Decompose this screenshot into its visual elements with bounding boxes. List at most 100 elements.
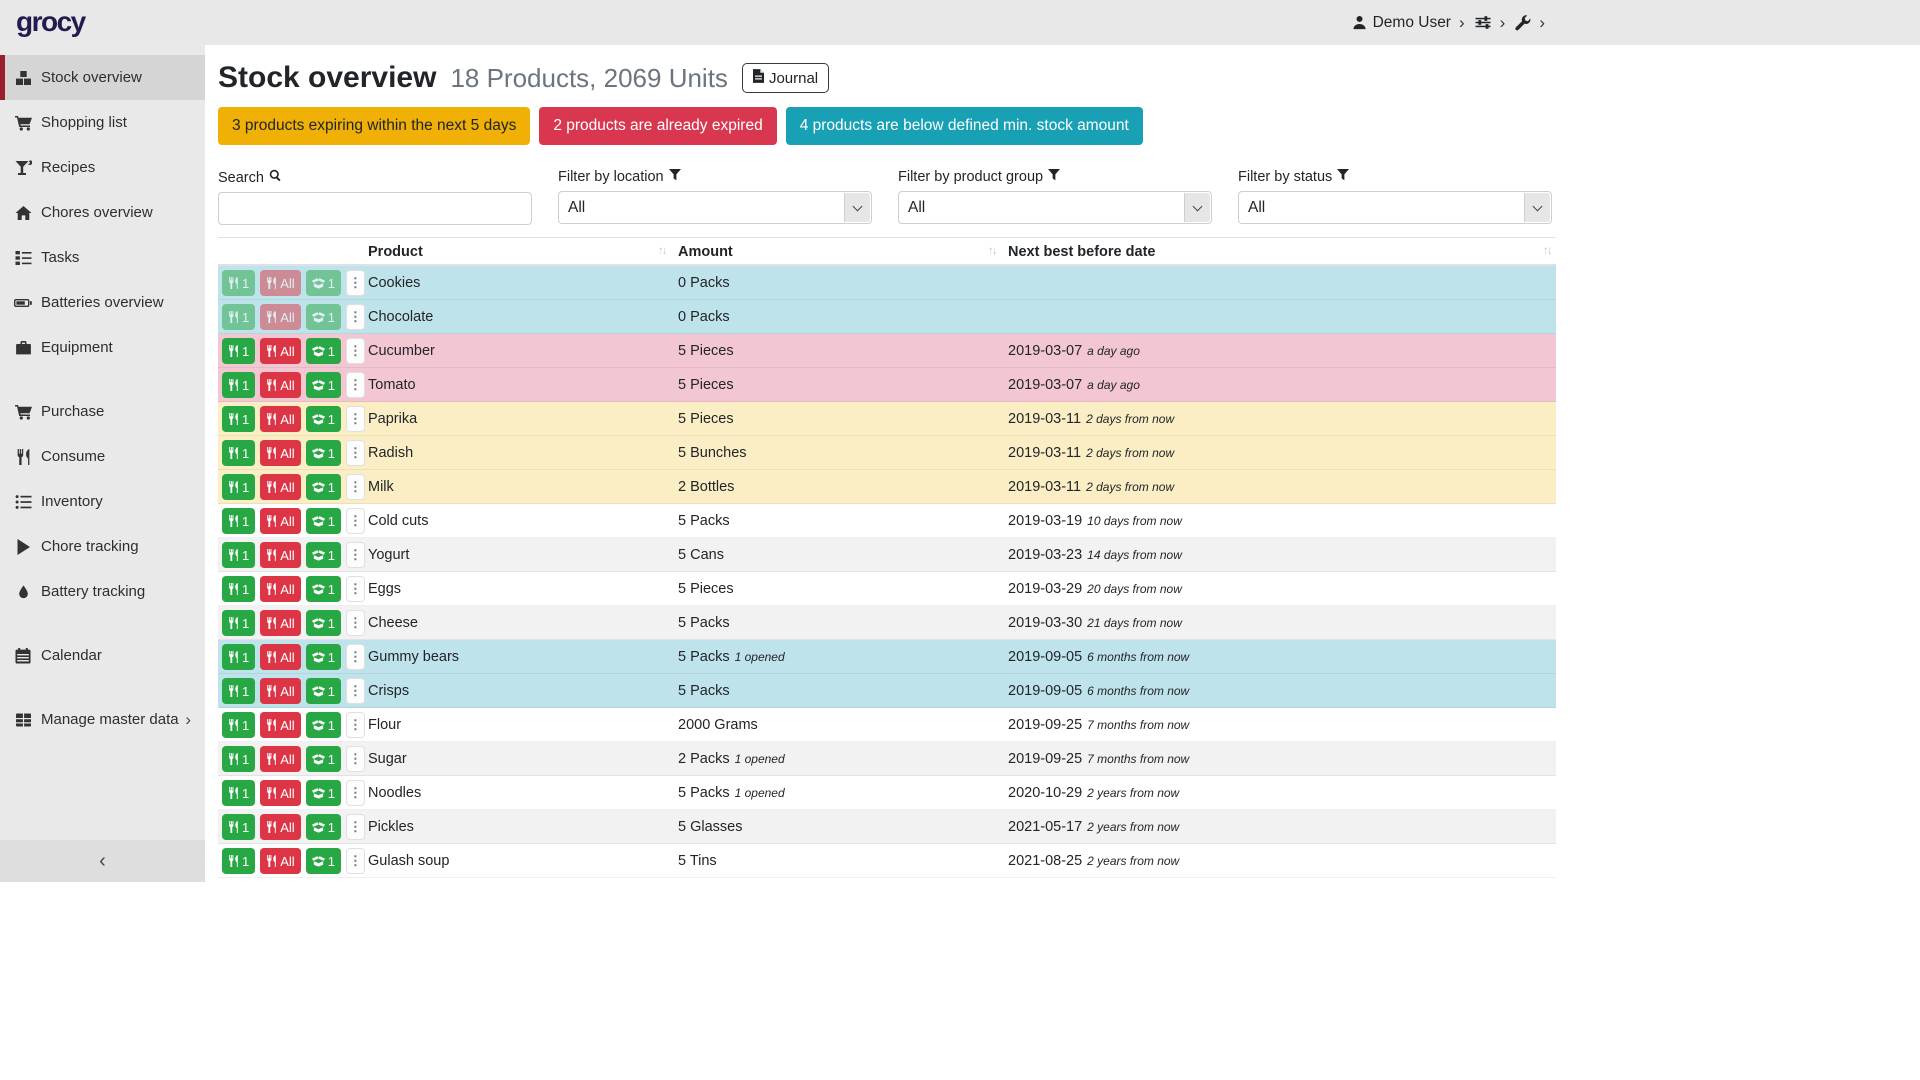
row-more-menu-button[interactable]: ⋮	[346, 440, 365, 466]
product-cell[interactable]: Radish	[368, 436, 413, 470]
sidebar-item-battery-tracking[interactable]: Battery tracking ›	[0, 569, 205, 614]
row-more-menu-button[interactable]: ⋮	[346, 372, 365, 398]
row-more-menu-button[interactable]: ⋮	[346, 508, 365, 534]
open-one-button[interactable]: 1	[306, 644, 341, 670]
product-cell[interactable]: Flour	[368, 708, 401, 742]
column-header-amount[interactable]: Amount	[678, 244, 733, 260]
row-more-menu-button[interactable]: ⋮	[346, 644, 365, 670]
expired-badge[interactable]: 2 products are already expired	[539, 107, 776, 145]
product-cell[interactable]: Gulash soup	[368, 844, 449, 878]
consume-all-button[interactable]: All	[260, 338, 300, 364]
product-cell[interactable]: Cucumber	[368, 334, 435, 368]
sidebar-collapse-button[interactable]: ‹	[0, 840, 205, 882]
consume-all-button[interactable]: All	[260, 440, 300, 466]
consume-one-button[interactable]: 1	[222, 576, 255, 602]
row-more-menu-button[interactable]: ⋮	[346, 576, 365, 602]
product-group-select[interactable]: All	[898, 191, 1212, 224]
consume-all-button[interactable]: All	[260, 508, 300, 534]
open-one-button[interactable]: 1	[306, 712, 341, 738]
row-more-menu-button[interactable]: ⋮	[346, 780, 365, 806]
journal-button[interactable]: Journal	[742, 63, 829, 93]
open-one-button[interactable]: 1	[306, 270, 341, 296]
sidebar-item-stock-overview[interactable]: Stock overview ›	[0, 55, 205, 100]
open-one-button[interactable]: 1	[306, 304, 341, 330]
sidebar-item-consume[interactable]: Consume ›	[0, 434, 205, 479]
sort-icon[interactable]: ↑↓	[988, 245, 996, 257]
consume-all-button[interactable]: All	[260, 304, 300, 330]
open-one-button[interactable]: 1	[306, 610, 341, 636]
open-one-button[interactable]: 1	[306, 576, 341, 602]
consume-one-button[interactable]: 1	[222, 542, 255, 568]
consume-all-button[interactable]: All	[260, 712, 300, 738]
consume-one-button[interactable]: 1	[222, 440, 255, 466]
row-more-menu-button[interactable]: ⋮	[346, 814, 365, 840]
product-cell[interactable]: Cookies	[368, 266, 420, 300]
product-cell[interactable]: Tomato	[368, 368, 416, 402]
column-header-product[interactable]: Product	[368, 244, 423, 260]
row-more-menu-button[interactable]: ⋮	[346, 270, 365, 296]
open-one-button[interactable]: 1	[306, 542, 341, 568]
product-cell[interactable]: Yogurt	[368, 538, 409, 572]
product-cell[interactable]: Sugar	[368, 742, 407, 776]
row-more-menu-button[interactable]: ⋮	[346, 406, 365, 432]
column-header-next-best-before-date[interactable]: Next best before date	[1008, 244, 1155, 260]
sidebar-item-chores-overview[interactable]: Chores overview ›	[0, 190, 205, 235]
consume-one-button[interactable]: 1	[222, 644, 255, 670]
open-one-button[interactable]: 1	[306, 678, 341, 704]
row-more-menu-button[interactable]: ⋮	[346, 474, 365, 500]
consume-one-button[interactable]: 1	[222, 780, 255, 806]
row-more-menu-button[interactable]: ⋮	[346, 338, 365, 364]
consume-one-button[interactable]: 1	[222, 338, 255, 364]
consume-all-button[interactable]: All	[260, 542, 300, 568]
consume-all-button[interactable]: All	[260, 780, 300, 806]
consume-all-button[interactable]: All	[260, 746, 300, 772]
sidebar-item-batteries-overview[interactable]: Batteries overview ›	[0, 280, 205, 325]
open-one-button[interactable]: 1	[306, 474, 341, 500]
row-more-menu-button[interactable]: ⋮	[346, 542, 365, 568]
product-cell[interactable]: Cheese	[368, 606, 418, 640]
row-more-menu-button[interactable]: ⋮	[346, 848, 365, 874]
sidebar-item-chore-tracking[interactable]: Chore tracking ›	[0, 524, 205, 569]
consume-all-button[interactable]: All	[260, 372, 300, 398]
consume-all-button[interactable]: All	[260, 814, 300, 840]
product-cell[interactable]: Milk	[368, 470, 394, 504]
product-cell[interactable]: Noodles	[368, 776, 421, 810]
row-more-menu-button[interactable]: ⋮	[346, 712, 365, 738]
product-cell[interactable]: Paprika	[368, 402, 417, 436]
sidebar-item-manage-master-data[interactable]: Manage master data ›	[0, 697, 205, 742]
sidebar-item-tasks[interactable]: Tasks ›	[0, 235, 205, 280]
consume-one-button[interactable]: 1	[222, 270, 255, 296]
search-input[interactable]	[218, 192, 532, 225]
consume-one-button[interactable]: 1	[222, 304, 255, 330]
consume-all-button[interactable]: All	[260, 644, 300, 670]
user-menu[interactable]: Demo User ›	[1352, 14, 1465, 32]
admin-menu[interactable]: ›	[1515, 14, 1545, 31]
consume-one-button[interactable]: 1	[222, 508, 255, 534]
product-cell[interactable]: Eggs	[368, 572, 401, 606]
sort-icon[interactable]: ↑↓	[1543, 245, 1551, 257]
location-select[interactable]: All	[558, 191, 872, 224]
open-one-button[interactable]: 1	[306, 746, 341, 772]
consume-all-button[interactable]: All	[260, 610, 300, 636]
consume-all-button[interactable]: All	[260, 406, 300, 432]
product-cell[interactable]: Pickles	[368, 810, 414, 844]
product-cell[interactable]: Gummy bears	[368, 640, 459, 674]
sidebar-item-inventory[interactable]: Inventory ›	[0, 479, 205, 524]
consume-one-button[interactable]: 1	[222, 712, 255, 738]
consume-one-button[interactable]: 1	[222, 746, 255, 772]
consume-one-button[interactable]: 1	[222, 678, 255, 704]
open-one-button[interactable]: 1	[306, 848, 341, 874]
consume-all-button[interactable]: All	[260, 848, 300, 874]
open-one-button[interactable]: 1	[306, 508, 341, 534]
consume-all-button[interactable]: All	[260, 270, 300, 296]
open-one-button[interactable]: 1	[306, 406, 341, 432]
consume-all-button[interactable]: All	[260, 576, 300, 602]
sidebar-item-calendar[interactable]: Calendar ›	[0, 633, 205, 678]
consume-one-button[interactable]: 1	[222, 372, 255, 398]
product-cell[interactable]: Crisps	[368, 674, 409, 708]
below-min-stock-badge[interactable]: 4 products are below defined min. stock …	[786, 107, 1143, 145]
open-one-button[interactable]: 1	[306, 338, 341, 364]
sidebar-item-equipment[interactable]: Equipment ›	[0, 325, 205, 370]
consume-one-button[interactable]: 1	[222, 474, 255, 500]
row-more-menu-button[interactable]: ⋮	[346, 746, 365, 772]
